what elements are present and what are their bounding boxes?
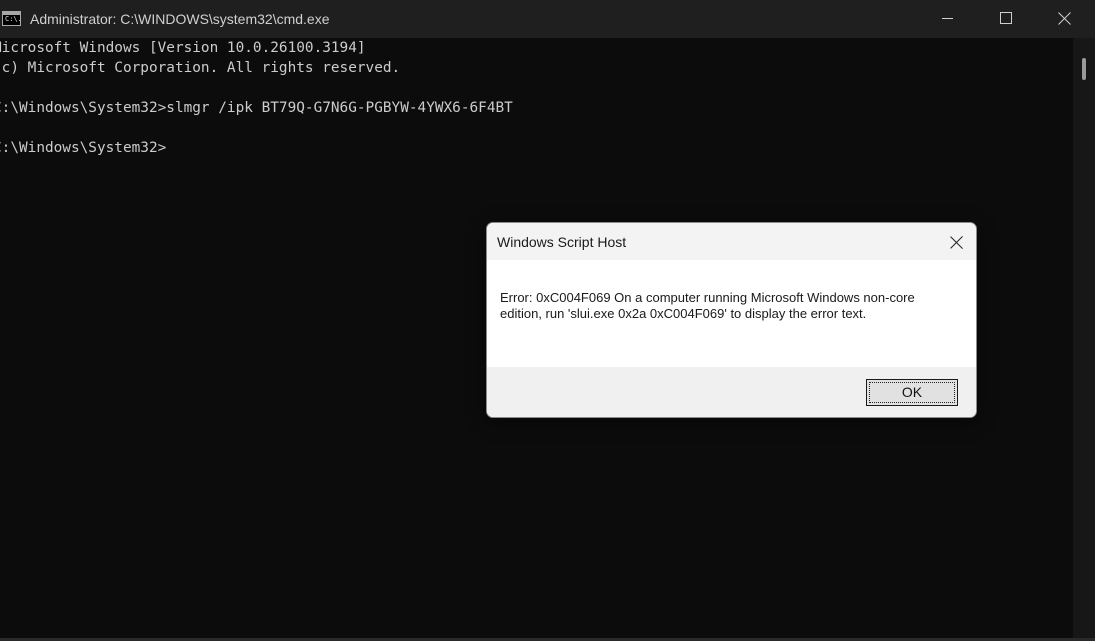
dialog-title: Windows Script Host [497,234,627,250]
window-titlebar[interactable]: C:\. Administrator: C:\WINDOWS\system32\… [0,0,1095,38]
console-line: C:\Windows\System32>slmgr /ipk BT79Q-G7N… [0,100,513,116]
dialog-titlebar[interactable]: Windows Script Host [487,223,976,260]
dialog-body: Error: 0xC004F069 On a computer running … [487,260,976,367]
ok-button[interactable]: OK [866,379,958,406]
window-title: Administrator: C:\WINDOWS\system32\cmd.e… [30,11,330,27]
dialog-close-button[interactable] [943,229,971,255]
ok-button-label: OK [869,382,955,403]
cmd-app-icon: C:\. [2,11,22,26]
error-message: Error: 0xC004F069 On a computer running … [500,290,915,321]
close-window-button[interactable] [1036,0,1094,38]
minimize-icon [942,18,953,19]
scrollbar-thumb[interactable] [1082,58,1086,80]
console-prompt: C:\Windows\System32> [0,140,167,156]
console-line: Microsoft Windows [Version 10.0.26100.31… [0,40,366,56]
windows-script-host-dialog: Windows Script Host Error: 0xC004F069 On… [486,222,977,418]
close-icon [1058,11,1072,25]
close-icon [950,235,964,249]
cmd-window: C:\. Administrator: C:\WINDOWS\system32\… [0,0,1095,641]
maximize-icon [1000,12,1012,24]
minimize-button[interactable] [918,0,976,38]
maximize-button[interactable] [977,0,1035,38]
console-line: (c) Microsoft Corporation. All rights re… [0,60,401,76]
vertical-scrollbar[interactable] [1073,38,1095,638]
dialog-footer: OK [487,367,976,417]
